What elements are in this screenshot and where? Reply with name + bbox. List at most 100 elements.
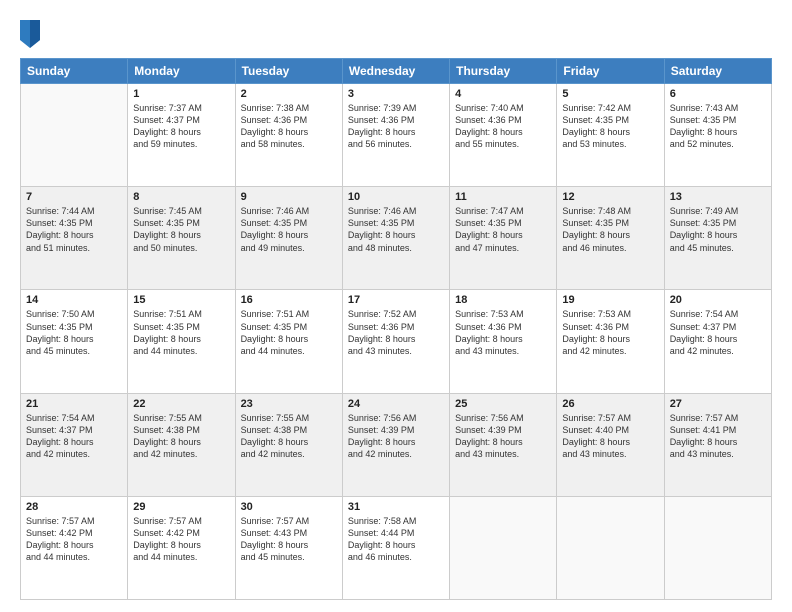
- calendar-cell: [21, 84, 128, 187]
- calendar-cell: 11 Sunrise: 7:47 AM Sunset: 4:35 PM Dayli…: [450, 187, 557, 290]
- day-info: Sunrise: 7:47 AM Sunset: 4:35 PM Dayligh…: [455, 205, 551, 254]
- day-number: 27: [670, 398, 766, 410]
- day-number: 11: [455, 191, 551, 203]
- day-info: Sunrise: 7:50 AM Sunset: 4:35 PM Dayligh…: [26, 308, 122, 357]
- logo: [20, 20, 44, 48]
- day-info: Sunrise: 7:43 AM Sunset: 4:35 PM Dayligh…: [670, 102, 766, 151]
- day-number: 15: [133, 294, 229, 306]
- logo-icon: [20, 20, 40, 48]
- calendar-cell: 7 Sunrise: 7:44 AM Sunset: 4:35 PM Daylig…: [21, 187, 128, 290]
- day-info: Sunrise: 7:44 AM Sunset: 4:35 PM Dayligh…: [26, 205, 122, 254]
- day-info: Sunrise: 7:52 AM Sunset: 4:36 PM Dayligh…: [348, 308, 444, 357]
- day-number: 14: [26, 294, 122, 306]
- day-number: 8: [133, 191, 229, 203]
- calendar-cell: 26 Sunrise: 7:57 AM Sunset: 4:40 PM Dayli…: [557, 393, 664, 496]
- calendar-cell: 20 Sunrise: 7:54 AM Sunset: 4:37 PM Dayli…: [664, 290, 771, 393]
- day-number: 20: [670, 294, 766, 306]
- day-info: Sunrise: 7:55 AM Sunset: 4:38 PM Dayligh…: [133, 412, 229, 461]
- day-number: 26: [562, 398, 658, 410]
- day-info: Sunrise: 7:49 AM Sunset: 4:35 PM Dayligh…: [670, 205, 766, 254]
- col-header-thursday: Thursday: [450, 59, 557, 84]
- day-info: Sunrise: 7:46 AM Sunset: 4:35 PM Dayligh…: [348, 205, 444, 254]
- day-number: 28: [26, 501, 122, 513]
- calendar-cell: 2Sunrise: 7:38 AM Sunset: 4:36 PM Daylig…: [235, 84, 342, 187]
- calendar-cell: 17 Sunrise: 7:52 AM Sunset: 4:36 PM Dayli…: [342, 290, 449, 393]
- day-info: Sunrise: 7:54 AM Sunset: 4:37 PM Dayligh…: [670, 308, 766, 357]
- day-info: Sunrise: 7:54 AM Sunset: 4:37 PM Dayligh…: [26, 412, 122, 461]
- day-number: 17: [348, 294, 444, 306]
- day-number: 29: [133, 501, 229, 513]
- day-info: Sunrise: 7:56 AM Sunset: 4:39 PM Dayligh…: [455, 412, 551, 461]
- col-header-saturday: Saturday: [664, 59, 771, 84]
- calendar-cell: 18Sunrise: 7:53 AM Sunset: 4:36 PM Dayli…: [450, 290, 557, 393]
- day-info: Sunrise: 7:57 AM Sunset: 4:40 PM Dayligh…: [562, 412, 658, 461]
- day-number: 31: [348, 501, 444, 513]
- day-number: 25: [455, 398, 551, 410]
- calendar-table: SundayMondayTuesdayWednesdayThursdayFrid…: [20, 58, 772, 600]
- calendar-cell: 25 Sunrise: 7:56 AM Sunset: 4:39 PM Dayli…: [450, 393, 557, 496]
- day-info: Sunrise: 7:46 AM Sunset: 4:35 PM Dayligh…: [241, 205, 337, 254]
- day-info: Sunrise: 7:55 AM Sunset: 4:38 PM Dayligh…: [241, 412, 337, 461]
- day-info: Sunrise: 7:38 AM Sunset: 4:36 PM Dayligh…: [241, 102, 337, 151]
- week-row-1: 1 Sunrise: 7:37 AM Sunset: 4:37 PM Daylig…: [21, 84, 772, 187]
- calendar-cell: 8 Sunrise: 7:45 AM Sunset: 4:35 PM Daylig…: [128, 187, 235, 290]
- day-number: 5: [562, 88, 658, 100]
- day-info: Sunrise: 7:56 AM Sunset: 4:39 PM Dayligh…: [348, 412, 444, 461]
- calendar-cell: 15 Sunrise: 7:51 AM Sunset: 4:35 PM Dayli…: [128, 290, 235, 393]
- calendar-cell: 3Sunrise: 7:39 AM Sunset: 4:36 PM Daylig…: [342, 84, 449, 187]
- col-header-monday: Monday: [128, 59, 235, 84]
- calendar-cell: 13 Sunrise: 7:49 AM Sunset: 4:35 PM Dayli…: [664, 187, 771, 290]
- calendar-cell: 23 Sunrise: 7:55 AM Sunset: 4:38 PM Dayli…: [235, 393, 342, 496]
- day-info: Sunrise: 7:57 AM Sunset: 4:42 PM Dayligh…: [26, 515, 122, 564]
- day-number: 10: [348, 191, 444, 203]
- day-info: Sunrise: 7:58 AM Sunset: 4:44 PM Dayligh…: [348, 515, 444, 564]
- day-number: 13: [670, 191, 766, 203]
- day-info: Sunrise: 7:53 AM Sunset: 4:36 PM Dayligh…: [562, 308, 658, 357]
- day-info: Sunrise: 7:39 AM Sunset: 4:36 PM Dayligh…: [348, 102, 444, 151]
- calendar-cell: 12Sunrise: 7:48 AM Sunset: 4:35 PM Dayli…: [557, 187, 664, 290]
- day-number: 19: [562, 294, 658, 306]
- day-info: Sunrise: 7:57 AM Sunset: 4:42 PM Dayligh…: [133, 515, 229, 564]
- calendar-cell: 4 Sunrise: 7:40 AM Sunset: 4:36 PM Daylig…: [450, 84, 557, 187]
- col-header-wednesday: Wednesday: [342, 59, 449, 84]
- week-row-2: 7 Sunrise: 7:44 AM Sunset: 4:35 PM Daylig…: [21, 187, 772, 290]
- header: [20, 16, 772, 48]
- week-row-4: 21 Sunrise: 7:54 AM Sunset: 4:37 PM Dayli…: [21, 393, 772, 496]
- day-number: 12: [562, 191, 658, 203]
- day-number: 6: [670, 88, 766, 100]
- calendar-cell: 16Sunrise: 7:51 AM Sunset: 4:35 PM Dayli…: [235, 290, 342, 393]
- calendar-cell: [664, 496, 771, 599]
- day-info: Sunrise: 7:40 AM Sunset: 4:36 PM Dayligh…: [455, 102, 551, 151]
- day-number: 23: [241, 398, 337, 410]
- day-number: 24: [348, 398, 444, 410]
- col-header-friday: Friday: [557, 59, 664, 84]
- day-info: Sunrise: 7:45 AM Sunset: 4:35 PM Dayligh…: [133, 205, 229, 254]
- calendar-cell: [557, 496, 664, 599]
- week-row-5: 28 Sunrise: 7:57 AM Sunset: 4:42 PM Dayli…: [21, 496, 772, 599]
- day-info: Sunrise: 7:51 AM Sunset: 4:35 PM Dayligh…: [133, 308, 229, 357]
- calendar-cell: 29 Sunrise: 7:57 AM Sunset: 4:42 PM Dayli…: [128, 496, 235, 599]
- calendar-cell: 6 Sunrise: 7:43 AM Sunset: 4:35 PM Daylig…: [664, 84, 771, 187]
- day-info: Sunrise: 7:42 AM Sunset: 4:35 PM Dayligh…: [562, 102, 658, 151]
- calendar-cell: 1 Sunrise: 7:37 AM Sunset: 4:37 PM Daylig…: [128, 84, 235, 187]
- header-row: SundayMondayTuesdayWednesdayThursdayFrid…: [21, 59, 772, 84]
- page: SundayMondayTuesdayWednesdayThursdayFrid…: [0, 0, 792, 612]
- calendar-cell: 24 Sunrise: 7:56 AM Sunset: 4:39 PM Dayli…: [342, 393, 449, 496]
- calendar-cell: 21 Sunrise: 7:54 AM Sunset: 4:37 PM Dayli…: [21, 393, 128, 496]
- day-number: 22: [133, 398, 229, 410]
- calendar-cell: [450, 496, 557, 599]
- day-info: Sunrise: 7:57 AM Sunset: 4:43 PM Dayligh…: [241, 515, 337, 564]
- day-number: 7: [26, 191, 122, 203]
- day-number: 1: [133, 88, 229, 100]
- calendar-cell: 31 Sunrise: 7:58 AM Sunset: 4:44 PM Dayli…: [342, 496, 449, 599]
- col-header-sunday: Sunday: [21, 59, 128, 84]
- col-header-tuesday: Tuesday: [235, 59, 342, 84]
- calendar-cell: 10 Sunrise: 7:46 AM Sunset: 4:35 PM Dayli…: [342, 187, 449, 290]
- day-info: Sunrise: 7:57 AM Sunset: 4:41 PM Dayligh…: [670, 412, 766, 461]
- day-number: 4: [455, 88, 551, 100]
- calendar-cell: 19 Sunrise: 7:53 AM Sunset: 4:36 PM Dayli…: [557, 290, 664, 393]
- week-row-3: 14 Sunrise: 7:50 AM Sunset: 4:35 PM Dayli…: [21, 290, 772, 393]
- day-number: 21: [26, 398, 122, 410]
- day-info: Sunrise: 7:37 AM Sunset: 4:37 PM Dayligh…: [133, 102, 229, 151]
- calendar-cell: 14 Sunrise: 7:50 AM Sunset: 4:35 PM Dayli…: [21, 290, 128, 393]
